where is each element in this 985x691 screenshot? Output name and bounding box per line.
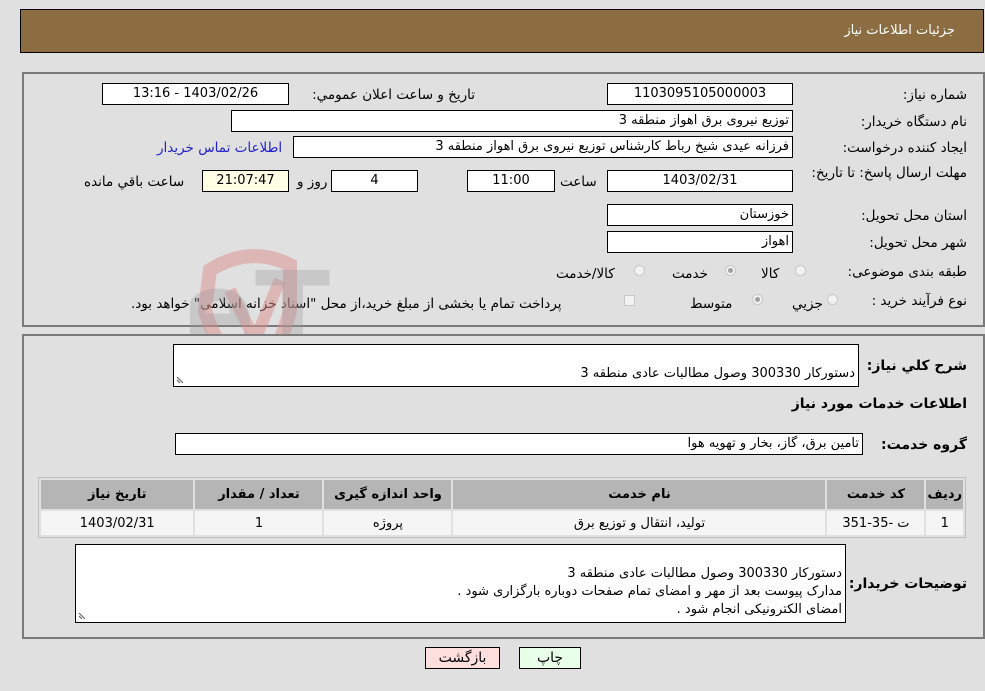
col-need-date: تاریخ نیاز [41,480,194,509]
cell-service-code: ت -35-351 [827,511,925,535]
deadline-time-label: ساعت [560,174,597,190]
province-field: خوزستان [607,204,793,226]
buyer-notes-text: دستورکار 300330 وصول مطالبات عادی منطقه … [457,566,842,617]
process-radio-minor[interactable] [827,294,838,305]
deadline-time-field: 11:00 [467,170,555,192]
buyer-notes-textarea[interactable]: دستورکار 300330 وصول مطالبات عادی منطقه … [75,544,846,623]
table-header-row: ردیف کد خدمت نام خدمت واحد اندازه گیری ت… [41,480,963,509]
remaining-days-field: 4 [331,170,418,192]
category-radio-service[interactable] [725,265,736,276]
city-field: اهواز [607,231,793,253]
cell-quantity: 1 [195,511,323,535]
back-button[interactable]: بازگشت [425,647,500,669]
days-label: روز و [297,174,328,190]
resize-grip-icon[interactable] [78,610,88,620]
service-group-label: گروه خدمت: [881,437,967,453]
process-radio-medium[interactable] [752,294,763,305]
resize-grip-icon[interactable] [176,374,186,384]
remaining-time-field: 21:07:47 [202,170,289,192]
process-medium-label: متوسط [690,296,733,312]
cell-row-number: 1 [926,511,963,535]
buyer-contact-link[interactable]: اطلاعات تماس خریدار [157,140,282,156]
cell-need-date: 1403/02/31 [41,511,194,535]
page-header: جزئيات اطلاعات نياز [20,9,984,53]
col-service-code: کد خدمت [827,480,925,509]
announce-date-field: 1403/02/26 - 13:16 [102,83,289,105]
buyer-org-field: توزیع نیروی برق اهواز منطقه 3 [231,110,793,132]
col-service-name: نام خدمت [453,480,826,509]
col-row-number: ردیف [926,480,963,509]
category-radio-goods[interactable] [795,265,806,276]
treasury-note: پرداخت تمام یا بخشی از مبلغ خرید،از محل … [131,296,562,312]
print-button[interactable]: چاپ [519,647,581,669]
buyer-org-label: نام دستگاه خریدار: [860,114,967,130]
cell-service-name: تولید، انتقال و توزیع برق [453,511,826,535]
city-label: شهر محل تحویل: [869,235,967,251]
table-row: 1 ت -35-351 تولید، انتقال و توزیع برق پر… [41,511,963,535]
need-number-label: شماره نیاز: [902,87,967,103]
treasury-checkbox[interactable] [624,295,635,306]
requester-label: ایجاد کننده درخواست: [842,140,967,156]
category-goods-label: کالا [761,266,780,282]
remaining-label: ساعت باقي مانده [84,174,185,190]
announce-date-label: تاريخ و ساعت اعلان عمومي: [312,87,475,103]
category-goods-service-label: کالا/خدمت [556,266,615,282]
services-heading: اطلاعات خدمات مورد نياز [791,396,967,412]
category-label: طبقه بندی موضوعی: [847,264,967,280]
services-table: ردیف کد خدمت نام خدمت واحد اندازه گیری ت… [38,477,966,538]
description-text: دستورکار 300330 وصول مطالبات عادی منطقه … [580,366,855,381]
process-type-label: نوع فرآیند خرید : [871,293,967,309]
deadline-date-field: 1403/02/31 [607,170,793,192]
description-label: شرح كلي نياز: [866,358,967,374]
col-unit: واحد اندازه گیری [324,480,452,509]
requester-field: فرزانه عیدی شیخ رباط کارشناس توزیع نیروی… [293,136,793,158]
cell-unit: پروژه [324,511,452,535]
deadline-label: مهلت ارسال پاسخ: تا تاریخ: [811,165,967,181]
category-service-label: خدمت [672,266,708,282]
service-group-field: تامین برق، گاز، بخار و تهویه هوا [175,433,863,455]
province-label: استان محل تحویل: [861,208,967,224]
buyer-notes-label: توضیحات خریدار: [848,576,967,592]
col-quantity: تعداد / مقدار [195,480,323,509]
process-minor-label: جزيي [792,296,823,312]
need-number-field: 1103095105000003 [607,83,793,105]
description-textarea[interactable]: دستورکار 300330 وصول مطالبات عادی منطقه … [173,344,859,387]
page-title: جزئيات اطلاعات نياز [844,23,955,38]
category-radio-goods-service[interactable] [634,265,645,276]
